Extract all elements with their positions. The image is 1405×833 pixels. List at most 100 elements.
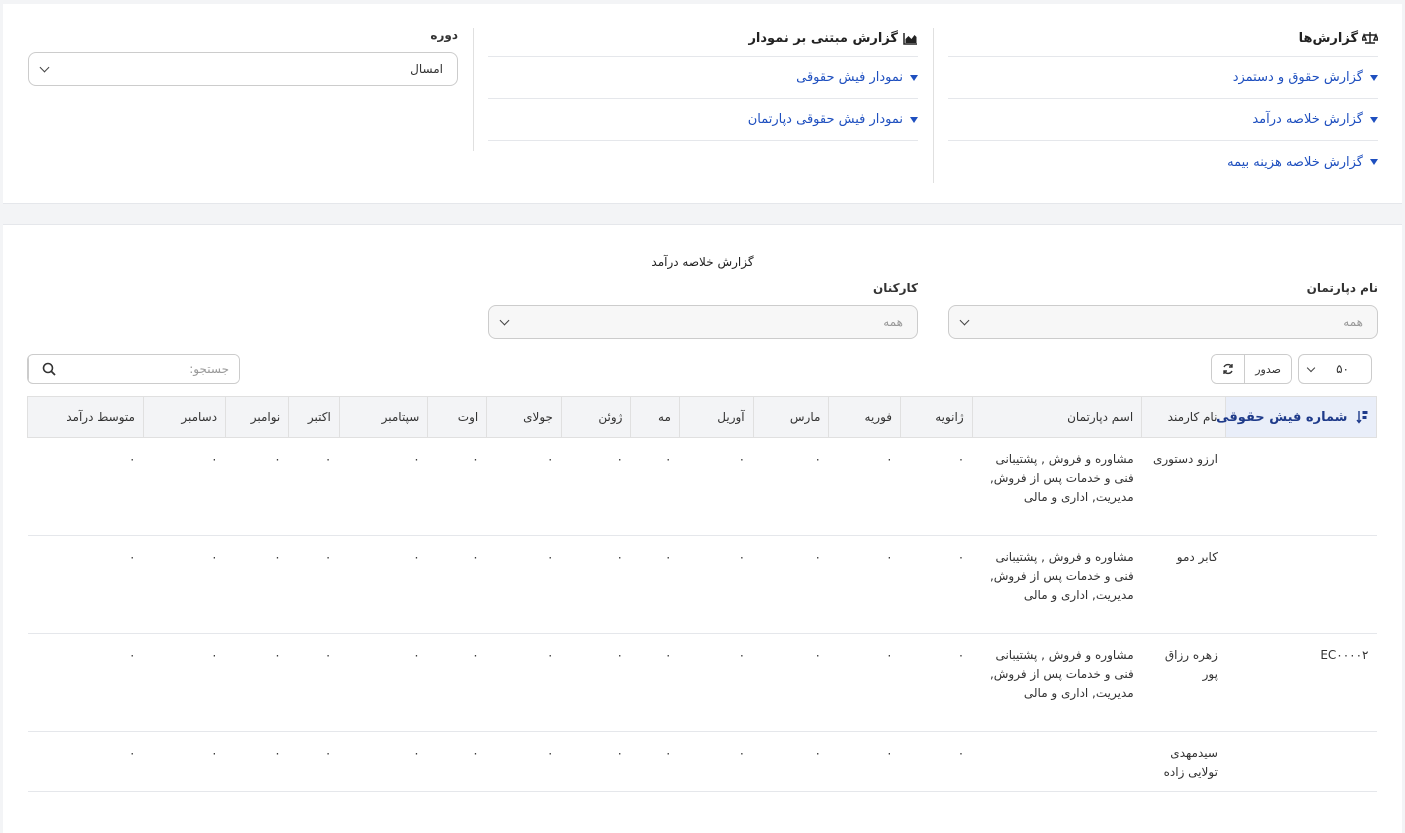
- department-label: نام دپارتمان: [1306, 281, 1378, 295]
- col-september[interactable]: سپتامبر: [338, 396, 429, 438]
- cell-amount: ۰: [225, 535, 289, 634]
- reports-column: گزارش‌ها گزارش حقوق و دستمزد گزارش خلاصه…: [948, 28, 1378, 183]
- reports-header: گزارش‌ها: [948, 28, 1378, 57]
- search-box: [27, 354, 240, 384]
- cell-amount: ۰: [753, 633, 829, 732]
- table-toolbar: ۵۰ صدور: [1211, 354, 1372, 384]
- col-march[interactable]: مارس: [752, 396, 830, 438]
- col-january[interactable]: ژانویه: [900, 396, 973, 438]
- charts-title: گزارش مبتنی بر نمودار: [748, 30, 898, 46]
- export-button[interactable]: صدور: [1245, 355, 1291, 383]
- cell-department: [972, 731, 1142, 792]
- area-chart-icon: [902, 31, 918, 45]
- cell-amount: ۰: [339, 437, 428, 536]
- cell-amount: ۰: [679, 437, 754, 536]
- page-size-select[interactable]: ۵۰: [1298, 354, 1372, 384]
- cell-amount: ۰: [828, 633, 901, 732]
- refresh-icon: [1223, 363, 1233, 375]
- cell-amount: ۰: [427, 437, 487, 536]
- col-june[interactable]: ژوئن: [560, 396, 632, 438]
- cell-amount: ۰: [900, 731, 973, 792]
- col-average-income[interactable]: متوسط درآمد: [27, 396, 144, 438]
- department-value: همه: [1343, 315, 1363, 329]
- table-body: ارزو دستوری مشاوره و فروش , پشتیبانی فنی …: [27, 437, 1377, 792]
- cell-amount: ۰: [486, 535, 562, 634]
- cell-amount: ۰: [427, 633, 487, 732]
- chevron-down-icon: [499, 315, 510, 326]
- search-icon: [42, 362, 56, 376]
- cell-amount: ۰: [900, 535, 973, 634]
- period-label: دوره: [430, 28, 458, 42]
- period-select[interactable]: امسال: [28, 52, 458, 86]
- cell-amount: ۰: [427, 535, 487, 634]
- cell-payslip-number: [1225, 535, 1377, 634]
- col-december[interactable]: دسامبر: [142, 396, 227, 438]
- table-row: سیدمهدی تولایی زاده ۰ ۰ ۰ ۰ ۰ ۰ ۰ ۰ ۰ ۰ ۰ ۰ ۰: [27, 731, 1377, 792]
- search-input[interactable]: [69, 355, 239, 383]
- search-button[interactable]: [28, 355, 69, 383]
- refresh-button[interactable]: [1212, 355, 1246, 383]
- col-august[interactable]: اوت: [427, 396, 488, 438]
- link-payroll-report[interactable]: گزارش حقوق و دستمزد: [948, 57, 1378, 99]
- cell-employee-name: زهره رزاق پور: [1141, 633, 1226, 732]
- cell-amount: ۰: [339, 633, 428, 732]
- col-february[interactable]: فوریه: [828, 396, 902, 438]
- cell-payslip-number: [1225, 731, 1377, 792]
- link-payslip-chart[interactable]: نمودار فیش حقوقی: [488, 57, 918, 99]
- scale-icon: [1362, 31, 1378, 45]
- cell-amount: ۰: [339, 731, 428, 792]
- period-value: امسال: [410, 62, 443, 76]
- divider: [473, 28, 474, 151]
- col-july[interactable]: جولای: [486, 396, 562, 438]
- cell-amount: ۰: [339, 535, 428, 634]
- table-row: کابر دمو مشاوره و فروش , پشتیبانی فنی و خ…: [27, 535, 1377, 634]
- table-row: ارزو دستوری مشاوره و فروش , پشتیبانی فنی …: [27, 437, 1377, 536]
- cell-amount: ۰: [828, 731, 901, 792]
- col-may[interactable]: مه: [630, 396, 680, 438]
- cell-payslip-number: [1225, 437, 1377, 536]
- report-title: گزارش خلاصه درآمد: [651, 255, 754, 269]
- cell-department: مشاوره و فروش , پشتیبانی فنی و خدمات پس …: [972, 633, 1142, 732]
- caret-down-icon: [1370, 74, 1378, 81]
- caret-down-icon: [1370, 159, 1378, 165]
- cell-amount: ۰: [900, 437, 973, 536]
- cell-amount: ۰: [143, 633, 226, 732]
- cell-amount: ۰: [679, 633, 754, 732]
- staff-select[interactable]: همه: [488, 305, 918, 339]
- col-april[interactable]: آوریل: [678, 396, 754, 438]
- cell-amount: ۰: [27, 535, 144, 634]
- cell-amount: ۰: [288, 731, 340, 792]
- cell-amount: ۰: [486, 437, 562, 536]
- cell-amount: ۰: [288, 437, 340, 536]
- cell-amount: ۰: [143, 437, 226, 536]
- income-table: شماره فیش حقوقی نام کارمند اسم دپارتمان …: [27, 396, 1377, 792]
- cell-amount: ۰: [679, 731, 754, 792]
- col-november[interactable]: نوامبر: [225, 396, 290, 438]
- cell-amount: ۰: [27, 437, 144, 536]
- table-header-row: شماره فیش حقوقی نام کارمند اسم دپارتمان …: [27, 396, 1377, 438]
- department-select[interactable]: همه: [948, 305, 1378, 339]
- report-panel: گزارش خلاصه درآمد نام دپارتمان همه کارکن…: [3, 224, 1402, 833]
- reports-panel: گزارش‌ها گزارش حقوق و دستمزد گزارش خلاصه…: [3, 4, 1402, 204]
- cell-amount: ۰: [828, 437, 901, 536]
- col-employee-name[interactable]: نام کارمند: [1141, 396, 1227, 438]
- cell-employee-name: سیدمهدی تولایی زاده: [1141, 731, 1226, 792]
- link-income-summary[interactable]: گزارش خلاصه درآمد: [948, 99, 1378, 141]
- divider: [933, 28, 934, 183]
- chevron-down-icon: [959, 315, 970, 326]
- link-insurance-summary[interactable]: گزارش خلاصه هزینه بیمه: [948, 141, 1378, 183]
- cell-amount: ۰: [753, 731, 829, 792]
- cell-amount: ۰: [900, 633, 973, 732]
- col-october[interactable]: اکتبر: [288, 396, 340, 438]
- col-department[interactable]: اسم دپارتمان: [971, 396, 1143, 438]
- cell-employee-name: کابر دمو: [1141, 535, 1226, 634]
- col-payslip-number[interactable]: شماره فیش حقوقی: [1216, 396, 1377, 438]
- cell-amount: ۰: [679, 535, 754, 634]
- cell-department: مشاوره و فروش , پشتیبانی فنی و خدمات پس …: [972, 437, 1142, 536]
- cell-amount: ۰: [630, 633, 680, 732]
- cell-amount: ۰: [288, 535, 340, 634]
- cell-department: مشاوره و فروش , پشتیبانی فنی و خدمات پس …: [972, 535, 1142, 634]
- cell-amount: ۰: [630, 437, 680, 536]
- cell-amount: ۰: [561, 437, 631, 536]
- link-department-payslip-chart[interactable]: نمودار فیش حقوقی دپارتمان: [488, 99, 918, 141]
